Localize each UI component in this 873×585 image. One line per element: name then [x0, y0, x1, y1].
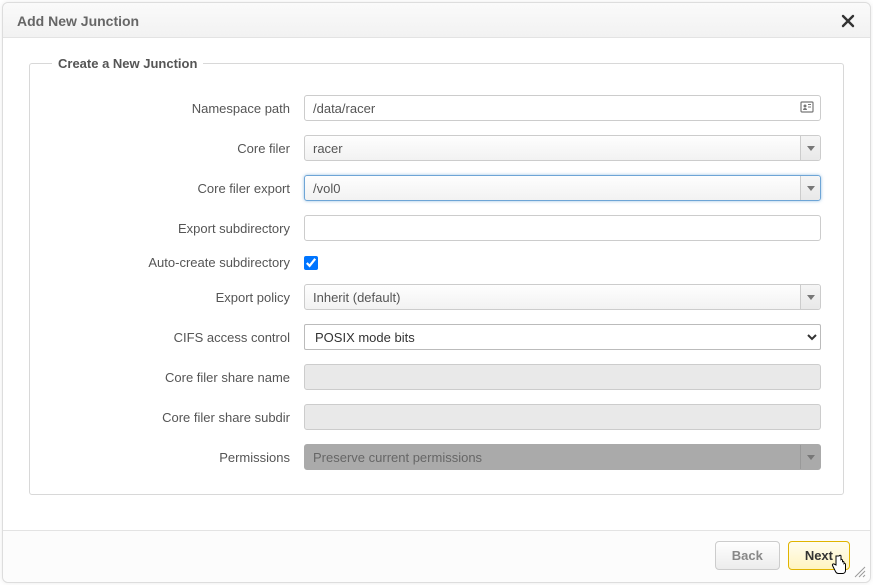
row-permissions: Permissions Preserve current permissions: [52, 444, 821, 470]
row-auto-create: Auto-create subdirectory: [52, 255, 821, 270]
export-subdir-input[interactable]: [304, 215, 821, 241]
label-share-name: Core filer share name: [52, 370, 304, 385]
share-subdir-input: [304, 404, 821, 430]
back-button[interactable]: Back: [715, 541, 780, 570]
close-icon[interactable]: [840, 13, 856, 29]
contact-card-icon: [799, 99, 815, 115]
permissions-value: Preserve current permissions: [313, 450, 800, 465]
next-button[interactable]: Next: [788, 541, 850, 570]
chevron-down-icon: [800, 445, 820, 469]
row-share-subdir: Core filer share subdir: [52, 404, 821, 430]
label-share-subdir: Core filer share subdir: [52, 410, 304, 425]
dialog-titlebar: Add New Junction: [3, 3, 870, 38]
core-filer-export-select[interactable]: /vol0: [304, 175, 821, 201]
label-permissions: Permissions: [52, 450, 304, 465]
junction-fieldset: Create a New Junction Namespace path Cor…: [29, 56, 844, 495]
chevron-down-icon: [800, 176, 820, 200]
core-filer-export-value: /vol0: [313, 181, 800, 196]
cifs-access-select[interactable]: POSIX mode bits: [304, 324, 821, 350]
chevron-down-icon: [800, 285, 820, 309]
auto-create-checkbox[interactable]: [304, 256, 318, 270]
chevron-down-icon: [800, 136, 820, 160]
namespace-path-input[interactable]: [304, 95, 821, 121]
export-policy-value: Inherit (default): [313, 290, 800, 305]
share-name-input: [304, 364, 821, 390]
label-cifs-access: CIFS access control: [52, 330, 304, 345]
label-namespace-path: Namespace path: [52, 101, 304, 116]
row-cifs-access: CIFS access control POSIX mode bits: [52, 324, 821, 350]
core-filer-select[interactable]: racer: [304, 135, 821, 161]
fieldset-legend: Create a New Junction: [52, 56, 203, 71]
dialog-footer: Back Next: [3, 530, 870, 582]
label-export-policy: Export policy: [52, 290, 304, 305]
label-core-filer: Core filer: [52, 141, 304, 156]
add-junction-dialog: Add New Junction Create a New Junction N…: [2, 2, 871, 583]
permissions-select: Preserve current permissions: [304, 444, 821, 470]
row-share-name: Core filer share name: [52, 364, 821, 390]
row-core-filer: Core filer racer: [52, 135, 821, 161]
label-core-filer-export: Core filer export: [52, 181, 304, 196]
row-export-policy: Export policy Inherit (default): [52, 284, 821, 310]
dialog-title: Add New Junction: [17, 13, 139, 29]
export-policy-select[interactable]: Inherit (default): [304, 284, 821, 310]
row-export-subdir: Export subdirectory: [52, 215, 821, 241]
row-namespace-path: Namespace path: [52, 95, 821, 121]
label-export-subdir: Export subdirectory: [52, 221, 304, 236]
dialog-content: Create a New Junction Namespace path Cor…: [3, 38, 870, 530]
resize-grip-icon[interactable]: [852, 564, 866, 578]
core-filer-value: racer: [313, 141, 800, 156]
label-auto-create: Auto-create subdirectory: [52, 255, 304, 270]
row-core-filer-export: Core filer export /vol0: [52, 175, 821, 201]
